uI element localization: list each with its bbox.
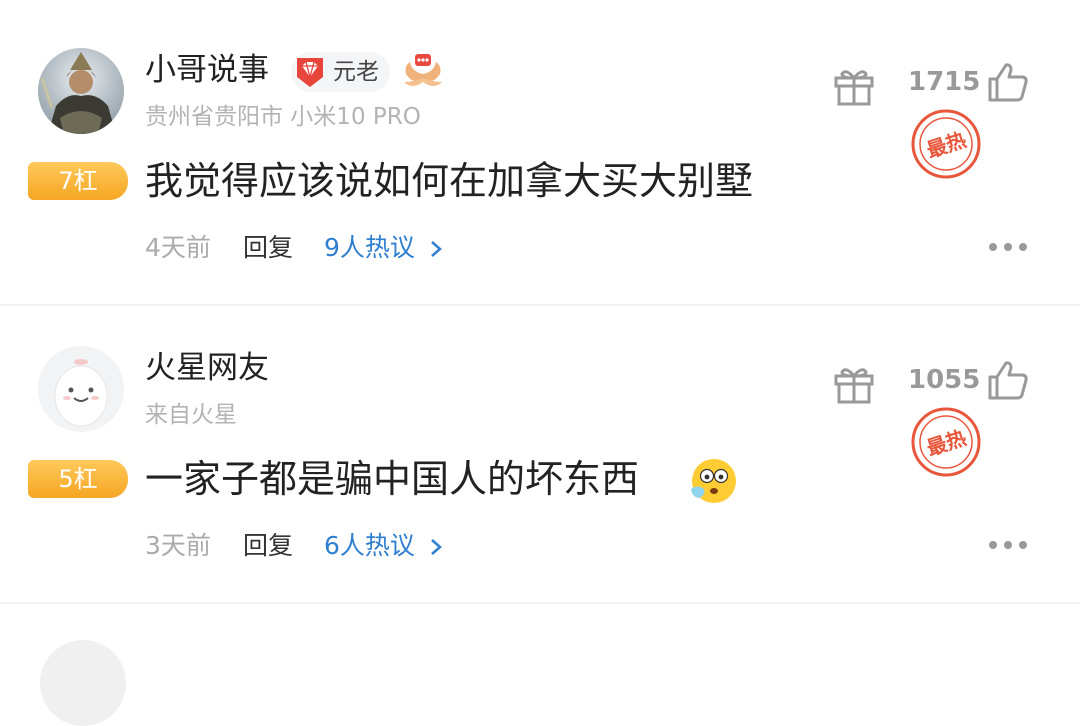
username[interactable]: 小哥说事 bbox=[145, 50, 269, 90]
hottest-stamp: 最热 bbox=[911, 109, 981, 179]
avatar[interactable] bbox=[38, 48, 124, 134]
hottest-stamp: 最热 bbox=[911, 407, 981, 477]
reply-button[interactable]: 回复 bbox=[243, 528, 293, 564]
rank-badge: 7杠 bbox=[28, 162, 128, 200]
comment-item: 火星网友 来自火星 1055 最热 5杠 一家子都是骗中国人的坏东西 3天前 回… bbox=[0, 306, 1080, 604]
comment-time: 4天前 bbox=[145, 233, 211, 262]
like-count: 1055 bbox=[908, 365, 981, 395]
gift-icon[interactable] bbox=[832, 64, 876, 108]
chevron-right-icon bbox=[431, 241, 442, 257]
comment-time: 3天前 bbox=[145, 531, 211, 560]
more-dots-icon[interactable] bbox=[988, 240, 1028, 254]
divider bbox=[0, 602, 1080, 604]
comment-text: 一家子都是骗中国人的坏东西 bbox=[145, 457, 640, 501]
discussion-link[interactable]: 9人热议 bbox=[324, 230, 443, 266]
location: 来自火星 bbox=[145, 402, 237, 428]
comment-item: 小哥说事 元老 贵州省贵阳市 小米10 PRO 1715 最热 7杠 我觉得应该 bbox=[0, 8, 1080, 306]
chevron-right-icon bbox=[431, 539, 442, 555]
avatar[interactable] bbox=[38, 346, 124, 432]
location-device: 贵州省贵阳市 小米10 PRO bbox=[145, 104, 421, 130]
username[interactable]: 火星网友 bbox=[145, 348, 269, 388]
discussion-link[interactable]: 6人热议 bbox=[324, 528, 443, 564]
badge-label: 元老 bbox=[333, 59, 379, 85]
discussion-count: 6人热议 bbox=[324, 531, 415, 560]
discussion-count: 9人热议 bbox=[324, 233, 415, 262]
veteran-badge[interactable]: 元老 bbox=[291, 52, 390, 92]
gift-icon[interactable] bbox=[832, 362, 876, 406]
wings-icon bbox=[404, 54, 442, 86]
more-dots-icon[interactable] bbox=[988, 538, 1028, 552]
like-count: 1715 bbox=[908, 67, 981, 97]
reply-button[interactable]: 回复 bbox=[243, 230, 293, 266]
thumbs-up-icon[interactable] bbox=[986, 358, 1030, 402]
avatar[interactable] bbox=[40, 640, 126, 726]
comment-text: 我觉得应该说如何在加拿大买大别墅 bbox=[145, 159, 754, 203]
thumbs-up-icon[interactable] bbox=[986, 60, 1030, 104]
flushed-emoji-icon bbox=[691, 459, 736, 503]
gem-badge-icon bbox=[297, 58, 323, 87]
rank-badge: 5杠 bbox=[28, 460, 128, 498]
